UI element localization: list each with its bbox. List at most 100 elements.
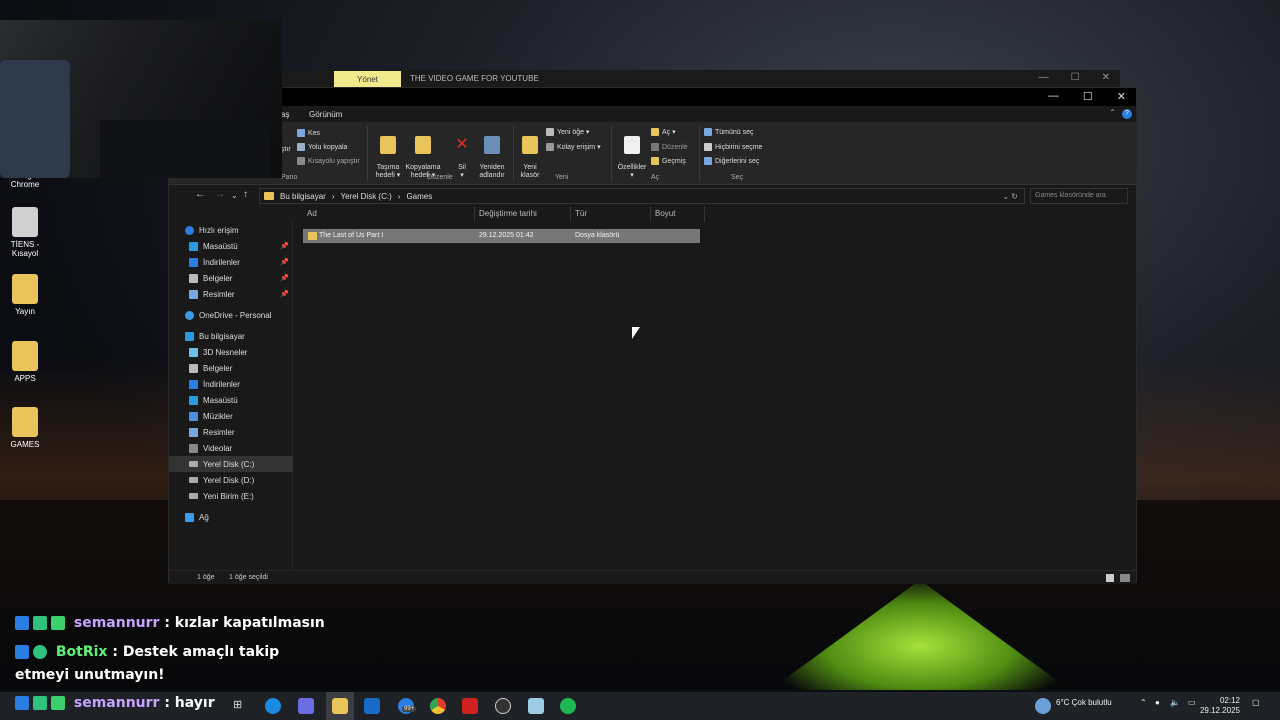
desktop-icon-games[interactable]: GAMES (0, 407, 50, 449)
edit-button[interactable]: Düzenle (651, 143, 688, 151)
select-none-button[interactable]: Hiçbirini seçme (704, 143, 762, 151)
file-explorer-icon[interactable] (332, 698, 348, 714)
copy-path-button[interactable]: Yolu kopyala (297, 143, 347, 151)
nav-onedrive[interactable]: OneDrive - Personal (169, 307, 293, 323)
spotify-icon[interactable] (560, 698, 576, 714)
rename-button[interactable]: Yeniden adlandır (475, 128, 509, 180)
speaker-icon[interactable]: 🔈 (1170, 698, 1180, 707)
history-icon (651, 157, 659, 165)
open-button[interactable]: Aç ▾ (651, 128, 676, 136)
clock-app-icon[interactable] (495, 698, 511, 714)
nav-desktop-pinned[interactable]: Masaüstü 📌 (169, 238, 293, 254)
tray-chevron-icon[interactable]: ⌃ (1140, 698, 1147, 707)
help-icon[interactable]: ? (1122, 109, 1132, 119)
minimize-button[interactable]: — (1048, 90, 1059, 103)
maximize-icon[interactable]: ☐ (1071, 72, 1080, 83)
nav-quick-access[interactable]: Hızlı erişim (169, 222, 293, 238)
new-folder-button[interactable]: Yeni klasör (517, 128, 543, 180)
new-item-button[interactable]: Yeni öğe ▾ (546, 128, 589, 136)
download-icon (189, 257, 198, 267)
nav-music[interactable]: Müzikler (169, 408, 293, 424)
menu-view[interactable]: Görünüm (309, 110, 342, 119)
divider (611, 126, 612, 181)
copilot-icon[interactable] (298, 698, 314, 714)
background-window-titlebar[interactable]: Yönet THE VIDEO GAME FOR YOUTUBE — ☐ ✕ (280, 70, 1120, 88)
column-header-date[interactable]: Değiştirme tarihi (475, 206, 571, 222)
desktop-icon-tiens[interactable]: TİENS - Kısayol (0, 207, 50, 258)
desktop-icon-apps[interactable]: APPS (0, 341, 50, 383)
nav-documents-pinned[interactable]: Belgeler 📌 (169, 270, 293, 286)
close-button[interactable]: ✕ (1117, 90, 1126, 103)
paste-button-partial[interactable]: ştır (281, 146, 291, 153)
breadcrumb-games[interactable]: Games (406, 192, 432, 201)
chrome-icon[interactable] (430, 698, 446, 714)
recent-locations-icon[interactable]: ⌄ (231, 191, 238, 200)
refresh-icon[interactable]: ⌄ ↻ (1002, 192, 1018, 201)
chevron-up-icon[interactable]: ⌃ (1109, 108, 1116, 117)
nav-label: Yerel Disk (D:) (203, 475, 255, 485)
history-label: Geçmiş (662, 157, 686, 165)
nav-disk-d[interactable]: Yerel Disk (D:) (169, 472, 293, 488)
menu-share[interactable]: aş (281, 110, 289, 119)
notifications-icon[interactable]: ▢ (1252, 698, 1260, 707)
move-to-button[interactable]: Taşıma hedefi ▾ (373, 128, 403, 180)
weather-cloud-icon[interactable] (1035, 698, 1051, 714)
column-header-size[interactable]: Boyut (651, 206, 705, 222)
paste-shortcut-button[interactable]: Kısayolu yapıştır (297, 157, 360, 165)
clock[interactable]: 02:12 29.12.2025 (1200, 696, 1240, 716)
nav-documents[interactable]: Belgeler (169, 360, 293, 376)
column-header-type[interactable]: Tür (571, 206, 651, 222)
titlebar[interactable]: — ☐ ✕ (169, 88, 1136, 106)
nav-3d-objects[interactable]: 3D Nesneler (169, 344, 293, 360)
desktop-icon-yayin[interactable]: Yayın (0, 274, 50, 316)
notes-icon[interactable] (528, 698, 544, 714)
large-icons-view-icon[interactable] (1120, 574, 1130, 582)
breadcrumb-disk-c[interactable]: Yerel Disk (C:) (340, 192, 391, 201)
properties-button[interactable]: Özellikler ▾ (615, 128, 649, 180)
address-bar[interactable]: Bu bilgisayar › Yerel Disk (C:) › Games … (259, 188, 1025, 204)
easy-access-button[interactable]: Kolay erişim ▾ (546, 143, 601, 151)
forward-arrow-icon[interactable]: → (215, 189, 225, 200)
documents-icon (189, 363, 198, 373)
cut-button[interactable]: Kes (297, 129, 320, 137)
maximize-button[interactable]: ☐ (1083, 90, 1093, 103)
nav-disk-c[interactable]: Yerel Disk (C:) (169, 456, 293, 472)
badge-icon (15, 645, 29, 659)
nav-pictures[interactable]: Resimler (169, 424, 293, 440)
nav-volume-e[interactable]: Yeni Birim (E:) (169, 488, 293, 504)
nav-this-pc[interactable]: Bu bilgisayar (169, 328, 293, 344)
back-arrow-icon[interactable]: ← (195, 189, 205, 200)
delete-button[interactable]: ✕ Sil ▾ (449, 128, 475, 180)
display-icon[interactable]: ▭ (1188, 698, 1196, 707)
file-row[interactable]: The Last of Us Part I 29.12.2025 01:42 D… (303, 229, 700, 243)
network-status-icon[interactable]: ● (1155, 698, 1160, 707)
nav-network[interactable]: Ağ (169, 509, 293, 525)
task-view-icon[interactable]: ⊞ (233, 698, 249, 714)
copy-to-button[interactable]: Kopyalama hedefi ▾ (403, 128, 443, 180)
video-editor-icon[interactable] (462, 698, 478, 714)
select-all-button[interactable]: Tümünü seç (704, 128, 754, 136)
pin-icon: 📌 (280, 259, 289, 266)
nav-desktop[interactable]: Masaüstü (169, 392, 293, 408)
close-icon[interactable]: ✕ (1102, 72, 1110, 83)
download-icon (189, 379, 198, 389)
outlook-icon[interactable] (364, 698, 380, 714)
invert-selection-button[interactable]: Diğerlerini seç (704, 157, 759, 165)
nav-downloads-pinned[interactable]: İndirilenler 📌 (169, 254, 293, 270)
search-input[interactable]: Games klasöründe ara (1030, 188, 1128, 204)
history-button[interactable]: Geçmiş (651, 157, 686, 165)
up-arrow-icon[interactable]: ↑ (243, 189, 248, 200)
item-count: 1 öğe (197, 574, 215, 581)
nav-videos[interactable]: Videolar (169, 440, 293, 456)
breadcrumb-this-pc[interactable]: Bu bilgisayar (280, 192, 326, 201)
select-none-icon (704, 143, 712, 151)
details-view-icon[interactable] (1106, 574, 1114, 582)
tab-manage[interactable]: Yönet (334, 71, 401, 88)
weather-text[interactable]: 6°C Çok bulutlu (1056, 698, 1112, 707)
edge-icon[interactable] (265, 698, 281, 714)
column-header-name[interactable]: Ad (303, 206, 475, 222)
nav-pictures-pinned[interactable]: Resimler 📌 (169, 286, 293, 302)
minimize-icon[interactable]: — (1039, 72, 1049, 83)
pin-icon: 📌 (280, 243, 289, 250)
nav-downloads[interactable]: İndirilenler (169, 376, 293, 392)
